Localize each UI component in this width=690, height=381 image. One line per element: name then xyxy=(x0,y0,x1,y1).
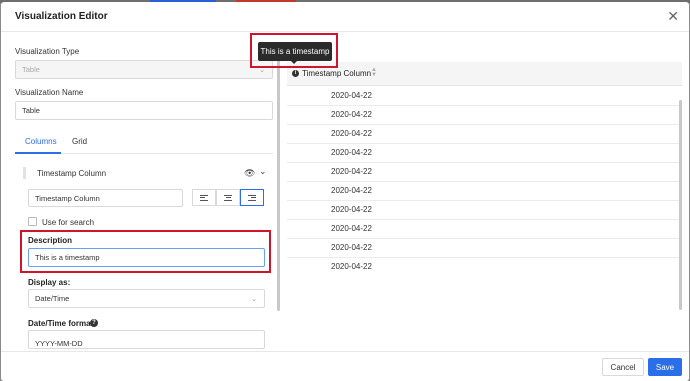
table-row: 2020-04-22 xyxy=(287,220,682,239)
table-cell: 2020-04-22 xyxy=(331,91,372,100)
table-row: 2020-04-22 xyxy=(287,87,682,106)
help-icon[interactable]: ? xyxy=(90,319,98,327)
chevron-down-icon: ⌄ xyxy=(251,295,257,303)
save-button[interactable]: Save xyxy=(648,358,682,376)
visualization-editor-modal: Visualization Editor ✕ Visualization Typ… xyxy=(1,2,689,381)
align-center-icon xyxy=(224,194,232,201)
use-for-search-checkbox[interactable] xyxy=(28,217,37,226)
viz-name-value: Table xyxy=(22,106,40,115)
viz-name-input[interactable]: Table xyxy=(15,101,273,120)
datetime-format-label: Date/Time format xyxy=(28,319,94,328)
modal-header: Visualization Editor ✕ xyxy=(1,2,689,32)
table-row: 2020-04-22 xyxy=(287,258,682,277)
display-as-value: Date/Time xyxy=(35,294,70,303)
sort-icon[interactable]: ▲ ▼ xyxy=(371,67,377,78)
table-cell: 2020-04-22 xyxy=(331,148,372,157)
tab-grid[interactable]: Grid xyxy=(72,137,87,146)
table-cell: 2020-04-22 xyxy=(331,186,372,195)
table-cell: 2020-04-22 xyxy=(331,243,372,252)
info-icon[interactable]: i xyxy=(292,70,299,77)
column-header-label: Timestamp Column xyxy=(302,69,372,78)
table-cell: 2020-04-22 xyxy=(331,205,372,214)
table-cell: 2020-04-22 xyxy=(331,224,372,233)
drag-handle[interactable] xyxy=(23,167,26,179)
table-row: 2020-04-22 xyxy=(287,163,682,182)
table-row: 2020-04-22 xyxy=(287,125,682,144)
editor-tabs: Columns Grid xyxy=(15,134,273,154)
description-input[interactable]: This is a timestamp xyxy=(28,248,265,267)
preview-scrollbar[interactable] xyxy=(679,100,682,310)
active-tab-indicator xyxy=(15,152,61,154)
table-cell: 2020-04-22 xyxy=(331,129,372,138)
datetime-format-value: YYYY-MM-DD xyxy=(35,339,83,348)
chevron-down-icon[interactable]: ⌄ xyxy=(259,166,267,177)
display-as-select[interactable]: Date/Time ⌄ xyxy=(28,289,265,308)
table-cell: 2020-04-22 xyxy=(331,110,372,119)
modal-title: Visualization Editor xyxy=(15,11,108,22)
table-cell: 2020-04-22 xyxy=(331,262,372,271)
column-title-input[interactable]: Timestamp Column xyxy=(28,189,183,207)
viz-type-label: Visualization Type xyxy=(15,47,80,56)
preview-table-header: i Timestamp Column ▲ ▼ xyxy=(287,62,682,86)
eye-icon[interactable]: 👁 xyxy=(244,168,255,179)
table-row: 2020-04-22 xyxy=(287,201,682,220)
cancel-button[interactable]: Cancel xyxy=(602,358,644,376)
modal-footer xyxy=(1,351,689,381)
close-icon[interactable]: ✕ xyxy=(667,8,679,25)
align-right-icon xyxy=(248,194,256,201)
table-cell: 2020-04-22 xyxy=(331,167,372,176)
use-for-search-label: Use for search xyxy=(42,218,95,227)
table-row: 2020-04-22 xyxy=(287,106,682,125)
display-as-label: Display as: xyxy=(28,278,71,287)
align-left-icon xyxy=(200,194,208,201)
tab-columns[interactable]: Columns xyxy=(25,137,57,146)
column-title: Timestamp Column xyxy=(37,169,107,178)
form-scrollbar[interactable] xyxy=(277,46,280,311)
description-label: Description xyxy=(28,236,73,245)
viz-type-value: Table xyxy=(22,65,40,74)
tooltip-highlight-frame xyxy=(250,33,338,68)
align-left-button[interactable] xyxy=(192,189,216,206)
viz-name-label: Visualization Name xyxy=(15,88,84,97)
table-row: 2020-04-22 xyxy=(287,239,682,258)
align-center-button[interactable] xyxy=(216,189,240,206)
editor-form-panel: Visualization Type Table ⌄ Visualization… xyxy=(1,33,277,351)
table-row: 2020-04-22 xyxy=(287,144,682,163)
table-row: 2020-04-22 xyxy=(287,182,682,201)
description-value: This is a timestamp xyxy=(35,253,100,262)
viz-type-select: Table ⌄ xyxy=(15,60,273,79)
column-title-input-value: Timestamp Column xyxy=(35,193,100,203)
align-right-button[interactable] xyxy=(240,189,264,206)
datetime-format-input[interactable]: YYYY-MM-DD xyxy=(28,330,265,349)
